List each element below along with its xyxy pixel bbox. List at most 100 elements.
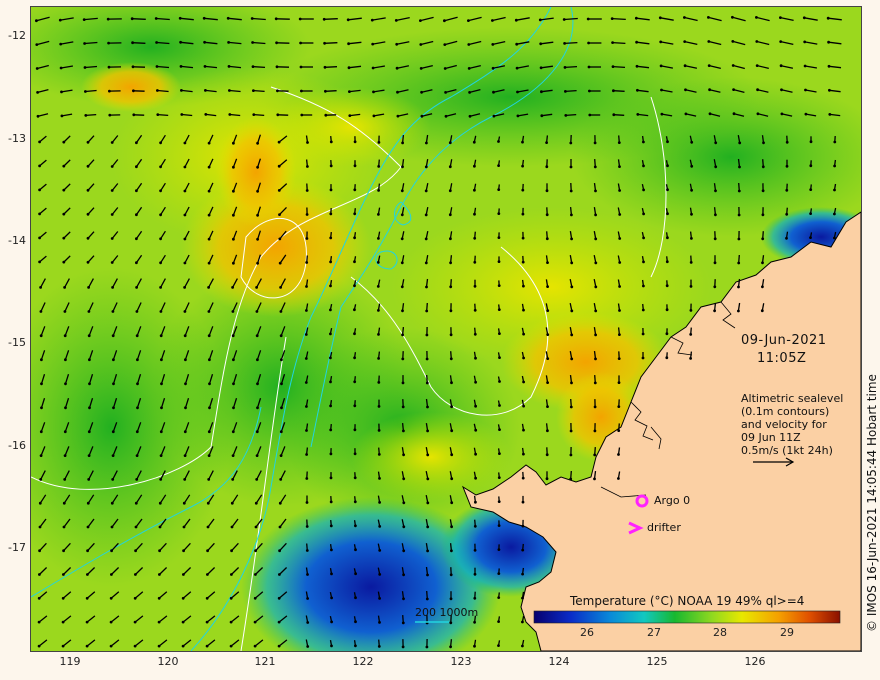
velocity-arrow-head	[86, 140, 90, 144]
velocity-arrow-head	[110, 213, 114, 216]
velocity-arrow-head	[86, 525, 90, 529]
velocity-arrow-head	[133, 620, 137, 624]
velocity-arrow-head	[275, 65, 279, 69]
velocity-arrow-head	[521, 236, 525, 240]
velocity-arrow-head	[546, 357, 550, 360]
velocity-arrow-head	[353, 212, 357, 216]
velocity-arrow-head	[760, 309, 764, 313]
velocity-arrow-head	[39, 454, 43, 457]
velocity-arrow-head	[756, 88, 759, 92]
velocity-arrow-head	[420, 114, 424, 118]
velocity-arrow-head	[38, 501, 42, 505]
velocity-arrow-head	[180, 113, 184, 116]
velocity-arrow-head	[134, 549, 137, 553]
velocity-arrow-head	[545, 165, 549, 169]
velocity-arrow-head	[204, 89, 207, 92]
velocity-arrow-head	[348, 114, 352, 117]
velocity-arrow-head	[178, 16, 182, 20]
velocity-arrow-head	[593, 381, 597, 385]
velocity-arrow-head	[426, 405, 429, 409]
velocity-arrow-head	[229, 620, 233, 624]
velocity-arrow-head	[731, 15, 734, 19]
velocity-arrow-head	[516, 90, 519, 94]
velocity-arrow-head	[324, 89, 327, 93]
velocity-arrow-head	[372, 90, 375, 94]
velocity-arrow-head	[424, 261, 428, 265]
velocity-arrow-head	[231, 334, 235, 338]
velocity-arrow-head	[546, 285, 549, 288]
velocity-arrow-head	[401, 381, 405, 385]
velocity-arrow-head	[305, 285, 308, 288]
velocity-arrow-head	[689, 309, 693, 312]
velocity-arrow-head	[160, 382, 163, 386]
velocity-arrow-head	[353, 476, 357, 480]
velocity-arrow-head	[586, 17, 590, 21]
velocity-arrow-head	[707, 40, 711, 43]
velocity-arrow-head	[39, 334, 43, 338]
velocity-arrow-head	[570, 285, 574, 289]
velocity-arrow-head	[329, 476, 333, 480]
velocity-arrow-head	[132, 89, 135, 93]
velocity-arrow-head	[377, 165, 381, 168]
velocity-arrow-head	[665, 356, 669, 360]
velocity-arrow-head	[419, 43, 423, 46]
velocity-arrow-head	[779, 64, 783, 68]
velocity-arrow-head	[279, 454, 283, 457]
velocity-arrow-head	[515, 42, 519, 46]
velocity-arrow	[325, 90, 337, 92]
velocity-arrow	[85, 113, 97, 117]
velocity-arrow-head	[204, 113, 208, 116]
velocity-arrow-head	[330, 644, 333, 648]
velocity-arrow-head	[498, 380, 501, 383]
velocity-arrow-head	[322, 17, 326, 21]
velocity-arrow-head	[594, 309, 598, 313]
velocity-arrow-head	[111, 310, 115, 313]
velocity-arrow-head	[401, 405, 405, 409]
velocity-arrow-head	[207, 165, 211, 169]
velocity-arrow-head	[402, 525, 406, 529]
velocity-arrow-head	[467, 19, 470, 22]
drifter-legend-label: drifter	[647, 521, 681, 534]
velocity-arrow-head	[497, 620, 500, 623]
velocity-arrow-head	[546, 405, 549, 408]
velocity-arrow-head	[38, 236, 41, 240]
velocity-arrow-head	[785, 140, 789, 144]
velocity-arrow-head	[449, 645, 452, 649]
velocity-arrow-head	[468, 91, 471, 94]
velocity-arrow-head	[545, 189, 549, 193]
velocity-arrow-head	[658, 16, 662, 20]
velocity-arrow-head	[62, 212, 66, 216]
velocity-arrow-head	[737, 213, 741, 217]
velocity-arrow-head	[84, 114, 88, 117]
lon-tick: 120	[157, 655, 179, 668]
velocity-arrow-head	[426, 501, 430, 505]
velocity-arrow-head	[38, 212, 41, 216]
velocity-arrow-head	[329, 188, 333, 192]
velocity-arrow-head	[588, 113, 592, 117]
velocity-arrow-head	[62, 236, 66, 240]
velocity-arrow-head	[402, 477, 406, 481]
velocity-arrow-head	[87, 454, 91, 457]
velocity-arrow-head	[110, 525, 114, 529]
time-label: 11:05Z	[757, 351, 807, 366]
velocity-arrow-head	[274, 17, 278, 21]
velocity-arrow-head	[62, 573, 65, 576]
velocity-arrow-head	[448, 141, 452, 145]
velocity-arrow-head	[254, 549, 257, 553]
velocity-arrow-head	[521, 164, 524, 168]
velocity-arrow-head	[230, 573, 233, 576]
velocity-arrow-head	[35, 43, 39, 46]
velocity-arrow-head	[636, 113, 640, 116]
velocity-arrow-head	[276, 89, 279, 93]
velocity-arrow-head	[183, 165, 187, 169]
velocity-arrow-head	[521, 596, 524, 600]
velocity-arrow-head	[539, 42, 543, 46]
velocity-arrow-head	[761, 213, 765, 217]
velocity-arrow-head	[208, 406, 211, 410]
velocity-arrow-head	[761, 285, 764, 289]
velocity-arrow-head	[666, 140, 669, 144]
velocity-arrow-head	[612, 89, 615, 93]
velocity-arrow-head	[135, 141, 138, 145]
velocity-arrow-head	[63, 478, 67, 481]
velocity-arrow-head	[35, 67, 39, 70]
